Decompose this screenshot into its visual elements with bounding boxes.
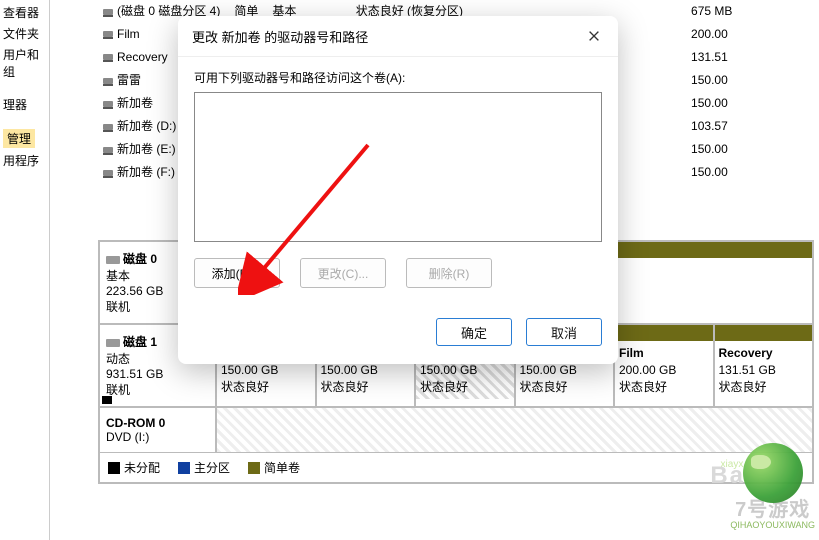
watermark-side: Ba [710,462,745,490]
watermark: xiayx.com Ba 7号游戏 QIHAOYOUXIWANG [730,443,815,530]
cancel-button[interactable]: 取消 [526,318,602,346]
ok-button[interactable]: 确定 [436,318,512,346]
nav-item[interactable]: 用户和组 [3,44,49,82]
nav-item[interactable]: 文件夹 [3,23,49,44]
volume-block[interactable]: Film200.00 GB状态良好 [615,325,715,406]
legend-label: 简单卷 [264,459,300,476]
legend-swatch-simple [248,462,260,474]
disk-icon [106,339,120,347]
dialog-titlebar: 更改 新加卷 的驱动器号和路径 [178,16,618,57]
disk-size: 931.51 GB [106,367,209,381]
volume-icon [103,147,113,153]
volume-icon [103,9,113,15]
watermark-sub: QIHAOYOUXIWANG [730,520,815,530]
legend-swatch-unallocated [108,462,120,474]
disk-status: 联机 [106,381,209,398]
legend-label: 主分区 [194,459,230,476]
disk-type: DVD (I:) [106,430,209,444]
dialog-label: 可用下列驱动器号和路径访问这个卷(A): [194,69,602,86]
legend: 未分配 主分区 简单卷 [100,452,812,482]
globe-icon [743,443,803,503]
remove-button[interactable]: 删除(R) [406,258,492,288]
drive-paths-listbox[interactable] [194,92,602,242]
change-button[interactable]: 更改(C)... [300,258,386,288]
left-nav: 查看器 文件夹 用户和组 理器 管理 用程序 [0,0,50,540]
disk-row: CD-ROM 0 DVD (I:) [100,408,812,452]
nav-item[interactable]: 管理 [3,127,49,150]
disk-title: CD-ROM 0 [106,416,165,430]
add-button[interactable]: 添加(D)... [194,258,280,288]
nav-item[interactable]: 用程序 [3,150,49,171]
volume-block[interactable]: Recovery131.51 GB状态良好 [715,325,813,406]
legend-label: 未分配 [124,459,160,476]
disk-icon [106,256,120,264]
volume-icon [103,31,113,37]
dialog-title: 更改 新加卷 的驱动器号和路径 [192,27,368,46]
cd-header[interactable]: CD-ROM 0 DVD (I:) [100,408,217,452]
disk-title: 磁盘 1 [123,335,157,349]
legend-swatch-primary [178,462,190,474]
change-drive-letter-dialog: 更改 新加卷 的驱动器号和路径 可用下列驱动器号和路径访问这个卷(A): 添加(… [178,16,618,364]
nav-item[interactable]: 查看器 [3,2,49,23]
volume-icon [103,54,113,60]
volume-icon [103,78,113,84]
nav-item[interactable]: 理器 [3,94,49,115]
volume-icon [103,170,113,176]
cd-volume[interactable] [217,408,812,452]
disk-title: 磁盘 0 [123,252,157,266]
volume-icon [103,101,113,107]
close-icon [587,29,601,43]
close-button[interactable] [584,26,604,46]
volume-icon [103,124,113,130]
